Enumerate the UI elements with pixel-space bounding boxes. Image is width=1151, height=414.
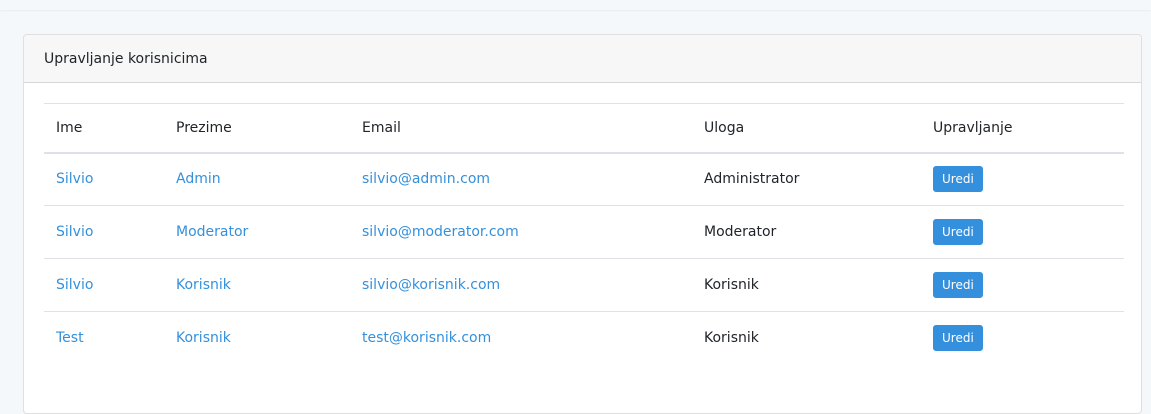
header-uloga: Uloga	[692, 103, 921, 154]
table-row: Silvio Korisnik silvio@korisnik.com Kori…	[44, 258, 1124, 312]
user-email-link[interactable]: silvio@admin.com	[362, 171, 490, 187]
header-ime: Ime	[44, 103, 164, 154]
user-last-name-link[interactable]: Admin	[176, 171, 221, 187]
card-title: Upravljanje korisnicima	[44, 50, 208, 67]
user-last-name-link[interactable]: Korisnik	[176, 330, 231, 346]
users-table: Ime Prezime Email Uloga Upravljanje Silv…	[44, 103, 1124, 365]
top-navbar-edge	[0, 0, 1151, 10]
edit-user-button[interactable]: Uredi	[933, 219, 983, 245]
edit-user-button[interactable]: Uredi	[933, 325, 983, 352]
table-row: Silvio Admin silvio@admin.com Administra…	[44, 153, 1124, 206]
edit-user-button[interactable]: Uredi	[933, 166, 983, 193]
edit-user-button[interactable]: Uredi	[933, 272, 983, 298]
user-role: Korisnik	[692, 311, 921, 365]
user-management-card: Upravljanje korisnicima Ime Prezime Emai…	[23, 34, 1142, 414]
table-row: Silvio Moderator silvio@moderator.com Mo…	[44, 205, 1124, 259]
user-last-name-link[interactable]: Moderator	[176, 224, 248, 240]
card-body: Ime Prezime Email Uloga Upravljanje Silv…	[24, 83, 1141, 365]
card-header: Upravljanje korisnicima	[24, 35, 1141, 83]
user-role: Administrator	[704, 171, 800, 188]
user-email-link[interactable]: silvio@moderator.com	[362, 224, 519, 240]
user-first-name-link[interactable]: Test	[56, 330, 84, 346]
user-role: Moderator	[692, 205, 921, 259]
user-first-name-link[interactable]: Silvio	[56, 171, 93, 187]
user-email-link[interactable]: silvio@korisnik.com	[362, 277, 500, 293]
table-row: Test Korisnik test@korisnik.com Korisnik…	[44, 311, 1124, 365]
user-first-name-link[interactable]: Silvio	[56, 224, 93, 240]
user-role: Korisnik	[692, 258, 921, 312]
user-email-link[interactable]: test@korisnik.com	[362, 330, 491, 346]
table-header-row: Ime Prezime Email Uloga Upravljanje	[44, 103, 1124, 154]
user-last-name-link[interactable]: Korisnik	[176, 277, 231, 293]
header-prezime: Prezime	[164, 103, 350, 154]
user-first-name-link[interactable]: Silvio	[56, 277, 93, 293]
header-upravljanje: Upravljanje	[921, 103, 1124, 154]
header-email: Email	[350, 103, 692, 154]
